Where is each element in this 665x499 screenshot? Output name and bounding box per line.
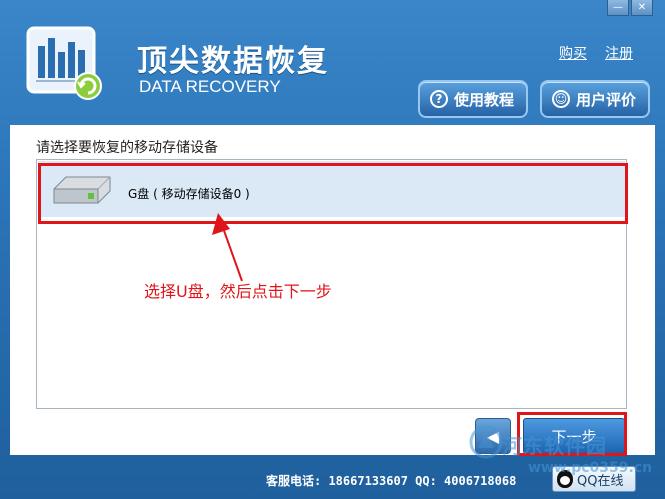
buy-link[interactable]: 购买 <box>559 43 587 63</box>
header-links: 购买 注册 <box>559 43 633 63</box>
qq-online-label: QQ在线 <box>577 473 624 489</box>
user-review-icon: ☺ <box>552 90 570 108</box>
next-highlight-box <box>517 412 627 456</box>
app-logo-icon <box>26 26 102 100</box>
tutorial-button-label: 使用教程 <box>454 90 515 109</box>
qq-online-button[interactable]: QQ在线 <box>552 466 636 492</box>
review-button-label: 用户评价 <box>576 90 637 109</box>
window-controls: — ✕ <box>607 0 653 16</box>
annotation-text: 选择U盘，然后点击下一步 <box>144 282 332 301</box>
tutorial-button[interactable]: ? 使用教程 <box>418 80 528 118</box>
footer-contact: 客服电话: 18667133607 QQ: 4006718068 <box>266 474 517 488</box>
back-arrow-icon: ◀ <box>486 426 500 446</box>
device-prompt: 请选择要恢复的移动存储设备 <box>36 140 218 156</box>
minimize-button[interactable]: — <box>607 0 629 16</box>
app-subtitle: DATA RECOVERY <box>139 77 281 96</box>
back-button[interactable]: ◀ <box>475 418 511 454</box>
device-highlight-box <box>38 163 628 224</box>
app-window: — ✕ 顶尖数据恢复 DATA RECOVERY 购买 注册 ? 使用教程 ☺ … <box>0 0 665 499</box>
review-button[interactable]: ☺ 用户评价 <box>540 80 650 118</box>
annotation-arrow <box>212 213 243 282</box>
qq-penguin-icon <box>557 470 573 488</box>
help-icon: ? <box>430 90 448 108</box>
main-panel: 请选择要恢复的移动存储设备 G盘 ( 移动存储设备0 ) 选择U盘，然后点击下一… <box>10 125 655 455</box>
app-title: 顶尖数据恢复 <box>137 44 329 79</box>
register-link[interactable]: 注册 <box>605 43 633 63</box>
close-button[interactable]: ✕ <box>631 0 653 16</box>
